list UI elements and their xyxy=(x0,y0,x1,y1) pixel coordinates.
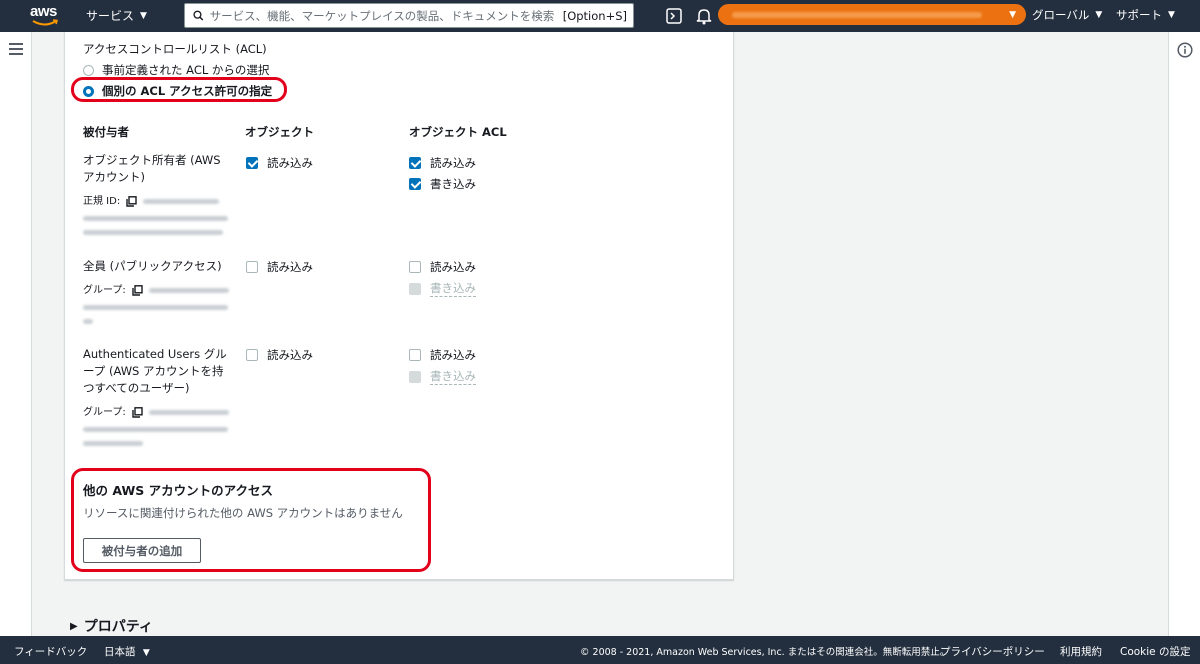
aws-smile-icon xyxy=(32,19,58,26)
cookie-settings-link[interactable]: Cookie の設定 xyxy=(1120,644,1190,659)
group-uri: グループ: xyxy=(83,404,233,421)
grantee-name: オブジェクト所有者 (AWS アカウント) xyxy=(83,153,221,184)
copy-icon[interactable] xyxy=(132,285,143,296)
grantee-authenticated-users: Authenticated Users グループ (AWS アカウントを持つすべ… xyxy=(83,346,233,455)
cloudshell-icon[interactable] xyxy=(666,8,682,24)
checkbox[interactable] xyxy=(409,261,421,273)
grantee-everyone: 全員 (パブリックアクセス) グループ: xyxy=(83,258,233,333)
checkbox[interactable] xyxy=(409,349,421,361)
copy-icon[interactable] xyxy=(132,407,143,418)
copy-icon[interactable] xyxy=(126,196,137,207)
group-label: グループ: xyxy=(83,285,126,296)
grantee-name: Authenticated Users グループ (AWS アカウントを持つすべ… xyxy=(83,347,227,395)
caret-down-icon: ▼ xyxy=(140,10,147,21)
search-box[interactable]: [Option+S] xyxy=(184,3,634,28)
footer: フィードバック 日本語 ▼ © 2008 - 2021, Amazon Web … xyxy=(0,636,1200,664)
grantee-owner: オブジェクト所有者 (AWS アカウント) 正規 ID: xyxy=(83,152,233,244)
blurred-value xyxy=(143,199,220,204)
owner-object-read[interactable]: 読み込み xyxy=(246,155,313,171)
checkbox-checked[interactable] xyxy=(409,178,421,190)
authenticated-object-read[interactable]: 読み込み xyxy=(246,347,313,363)
blurred-uri-lines xyxy=(83,427,233,446)
read-label: 読み込み xyxy=(430,260,476,274)
checkbox-disabled xyxy=(409,282,421,295)
hamburger-icon[interactable] xyxy=(9,43,23,55)
region-label: グローバル xyxy=(1032,8,1090,22)
read-label: 読み込み xyxy=(430,156,476,170)
caret-down-icon: ▼ xyxy=(1009,9,1016,20)
checkbox-checked[interactable] xyxy=(409,157,421,169)
services-menu-button[interactable]: サービス ▼ xyxy=(86,7,147,24)
privacy-link[interactable]: プライバシーポリシー xyxy=(940,644,1045,659)
highlight-box xyxy=(71,468,431,572)
read-label: 読み込み xyxy=(430,348,476,362)
search-input[interactable] xyxy=(203,8,563,23)
aws-logo-text: aws xyxy=(30,3,57,20)
write-label: 書き込み xyxy=(430,281,476,297)
read-label: 読み込み xyxy=(267,156,313,170)
column-header-object-acl: オブジェクト ACL xyxy=(409,125,507,139)
services-label: サービス xyxy=(86,9,135,23)
checkbox-disabled xyxy=(409,370,421,383)
everyone-object-read[interactable]: 読み込み xyxy=(246,259,313,275)
owner-acl-read[interactable]: 読み込み xyxy=(409,155,476,171)
group-label: グループ: xyxy=(83,407,126,418)
support-menu-button[interactable]: サポート ▼ xyxy=(1116,7,1175,23)
account-menu-button[interactable]: ▼ xyxy=(718,4,1026,25)
right-rail xyxy=(1168,32,1200,636)
authenticated-acl-read[interactable]: 読み込み xyxy=(409,347,476,363)
blurred-value xyxy=(148,288,229,293)
properties-label: プロパティ xyxy=(83,619,153,635)
info-icon[interactable] xyxy=(1177,42,1193,58)
top-navigation: aws サービス ▼ [Option+S] ▼ グローバル ▼ サポート ▼ xyxy=(0,0,1200,32)
search-icon xyxy=(193,10,204,21)
caret-right-icon: ▶ xyxy=(70,620,78,632)
radio-button[interactable] xyxy=(83,64,94,76)
read-label: 読み込み xyxy=(267,348,313,362)
column-header-grantee: 被付与者 xyxy=(83,125,129,139)
checkbox[interactable] xyxy=(246,261,258,273)
everyone-acl-write-disabled: 書き込み xyxy=(409,280,476,297)
left-rail xyxy=(0,32,32,636)
bell-icon[interactable] xyxy=(696,7,712,25)
grantee-name: 全員 (パブリックアクセス) xyxy=(83,259,222,273)
blurred-uri-lines xyxy=(83,305,233,324)
caret-down-icon: ▼ xyxy=(142,648,150,658)
write-label: 書き込み xyxy=(430,369,476,385)
radio-predefined-label: 事前定義された ACL からの選択 xyxy=(102,63,270,77)
aws-logo[interactable]: aws xyxy=(30,3,60,29)
caret-down-icon: ▼ xyxy=(1095,10,1103,20)
caret-down-icon: ▼ xyxy=(1168,10,1175,20)
checkbox[interactable] xyxy=(246,349,258,361)
highlight-box xyxy=(71,77,287,102)
everyone-acl-read[interactable]: 読み込み xyxy=(409,259,476,275)
column-header-object: オブジェクト xyxy=(245,125,314,139)
terms-link[interactable]: 利用規約 xyxy=(1060,644,1102,659)
feedback-link[interactable]: フィードバック xyxy=(14,644,87,659)
group-uri: グループ: xyxy=(83,282,233,299)
acl-card: アクセスコントロールリスト (ACL) 事前定義された ACL からの選択 個別… xyxy=(64,32,734,580)
search-shortcut: [Option+S] xyxy=(562,8,627,23)
copyright-text: © 2008 - 2021, Amazon Web Services, Inc.… xyxy=(580,647,950,658)
checkbox-checked[interactable] xyxy=(246,157,258,169)
blurred-id-lines xyxy=(83,216,233,235)
radio-predefined-acl[interactable]: 事前定義された ACL からの選択 xyxy=(83,62,269,78)
properties-section-toggle[interactable]: ▶ プロパティ xyxy=(70,616,153,636)
authenticated-acl-write-disabled: 書き込み xyxy=(409,368,476,385)
canonical-id: 正規 ID: xyxy=(83,193,233,210)
account-name-blurred xyxy=(732,12,982,18)
acl-section-title: アクセスコントロールリスト (ACL) xyxy=(83,42,267,56)
support-label: サポート xyxy=(1116,8,1162,22)
owner-acl-write[interactable]: 書き込み xyxy=(409,176,476,192)
canonical-id-label: 正規 ID: xyxy=(83,196,121,207)
blurred-value xyxy=(148,410,229,415)
write-label: 書き込み xyxy=(430,177,476,191)
read-label: 読み込み xyxy=(267,260,313,274)
language-label: 日本語 xyxy=(104,646,136,658)
language-selector[interactable]: 日本語 ▼ xyxy=(104,644,150,659)
region-menu-button[interactable]: グローバル ▼ xyxy=(1032,7,1102,23)
